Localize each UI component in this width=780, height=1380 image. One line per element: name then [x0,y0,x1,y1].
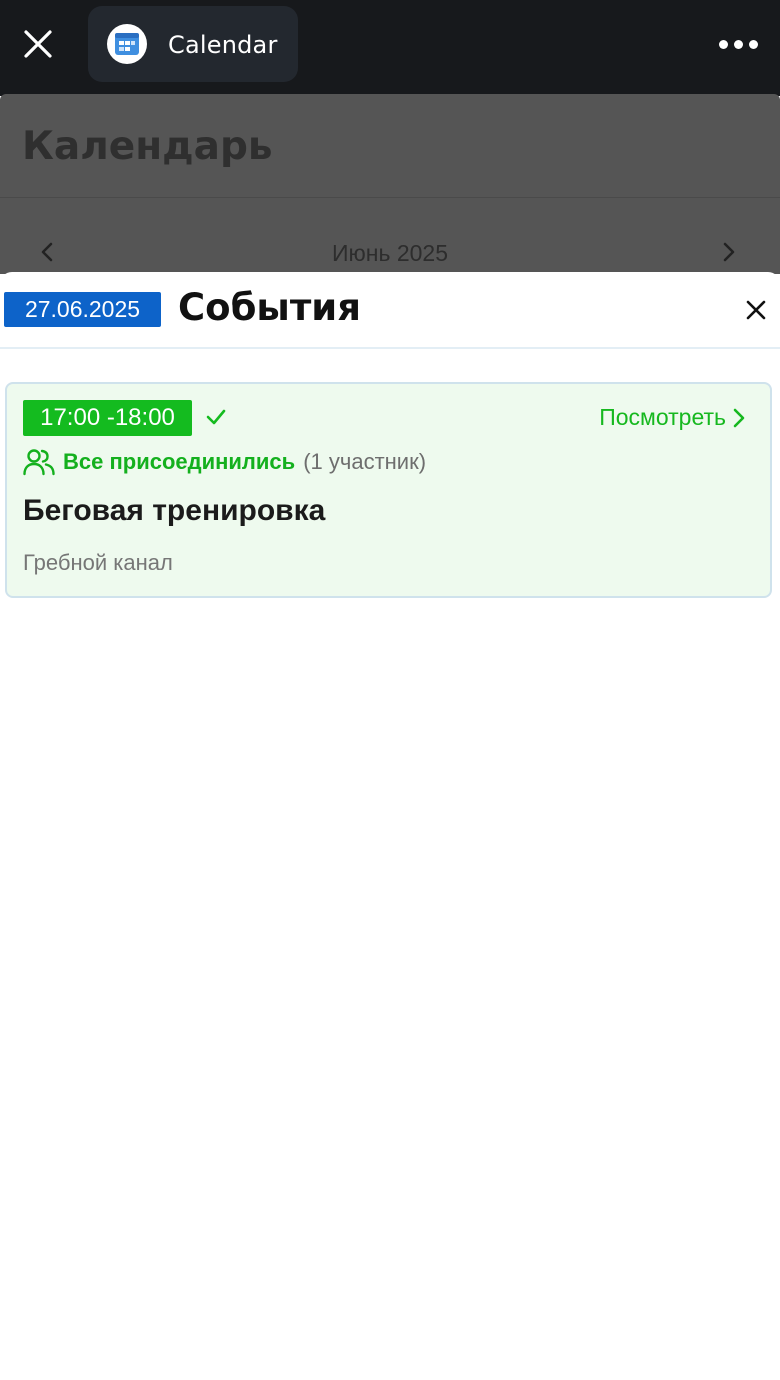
time-badge: 17:00 -18:00 [23,400,192,436]
app-title: Calendar [168,31,278,59]
joined-status: Все присоединились [63,449,296,474]
date-badge: 27.06.2025 [4,292,161,327]
event-location: Гребной канал [23,550,173,575]
chevron-right-icon[interactable] [716,240,740,264]
participant-count: (1 участник) [303,449,427,474]
sheet-title: События [178,286,361,329]
event-title: Беговая тренировка [23,494,326,527]
participants-row: Все присоединились (1 участник) [23,448,426,476]
events-sheet: 27.06.2025 События 17:00 -18:00 Посмотре… [0,272,780,1380]
chevron-right-icon [733,408,745,427]
close-icon[interactable] [16,22,60,66]
checkmark-icon [205,406,227,428]
background-calendar-page: Календарь Июнь 2025 [0,94,780,274]
page-title: Календарь [22,124,273,169]
chevron-left-icon[interactable] [36,240,60,264]
more-dots-icon[interactable] [710,22,766,66]
close-icon[interactable] [740,294,772,326]
app-chip[interactable]: Calendar [88,6,298,82]
month-label: Июнь 2025 [331,240,449,266]
divider [0,197,780,198]
sheet-header: 27.06.2025 События [0,272,780,349]
people-icon [23,449,55,476]
view-link-label: Посмотреть [599,404,726,430]
calendar-app-icon [107,24,147,64]
top-bar: Calendar [0,0,780,96]
view-event-link[interactable]: Посмотреть [599,404,746,431]
event-card[interactable]: 17:00 -18:00 Посмотреть Все присоединили… [5,382,772,598]
